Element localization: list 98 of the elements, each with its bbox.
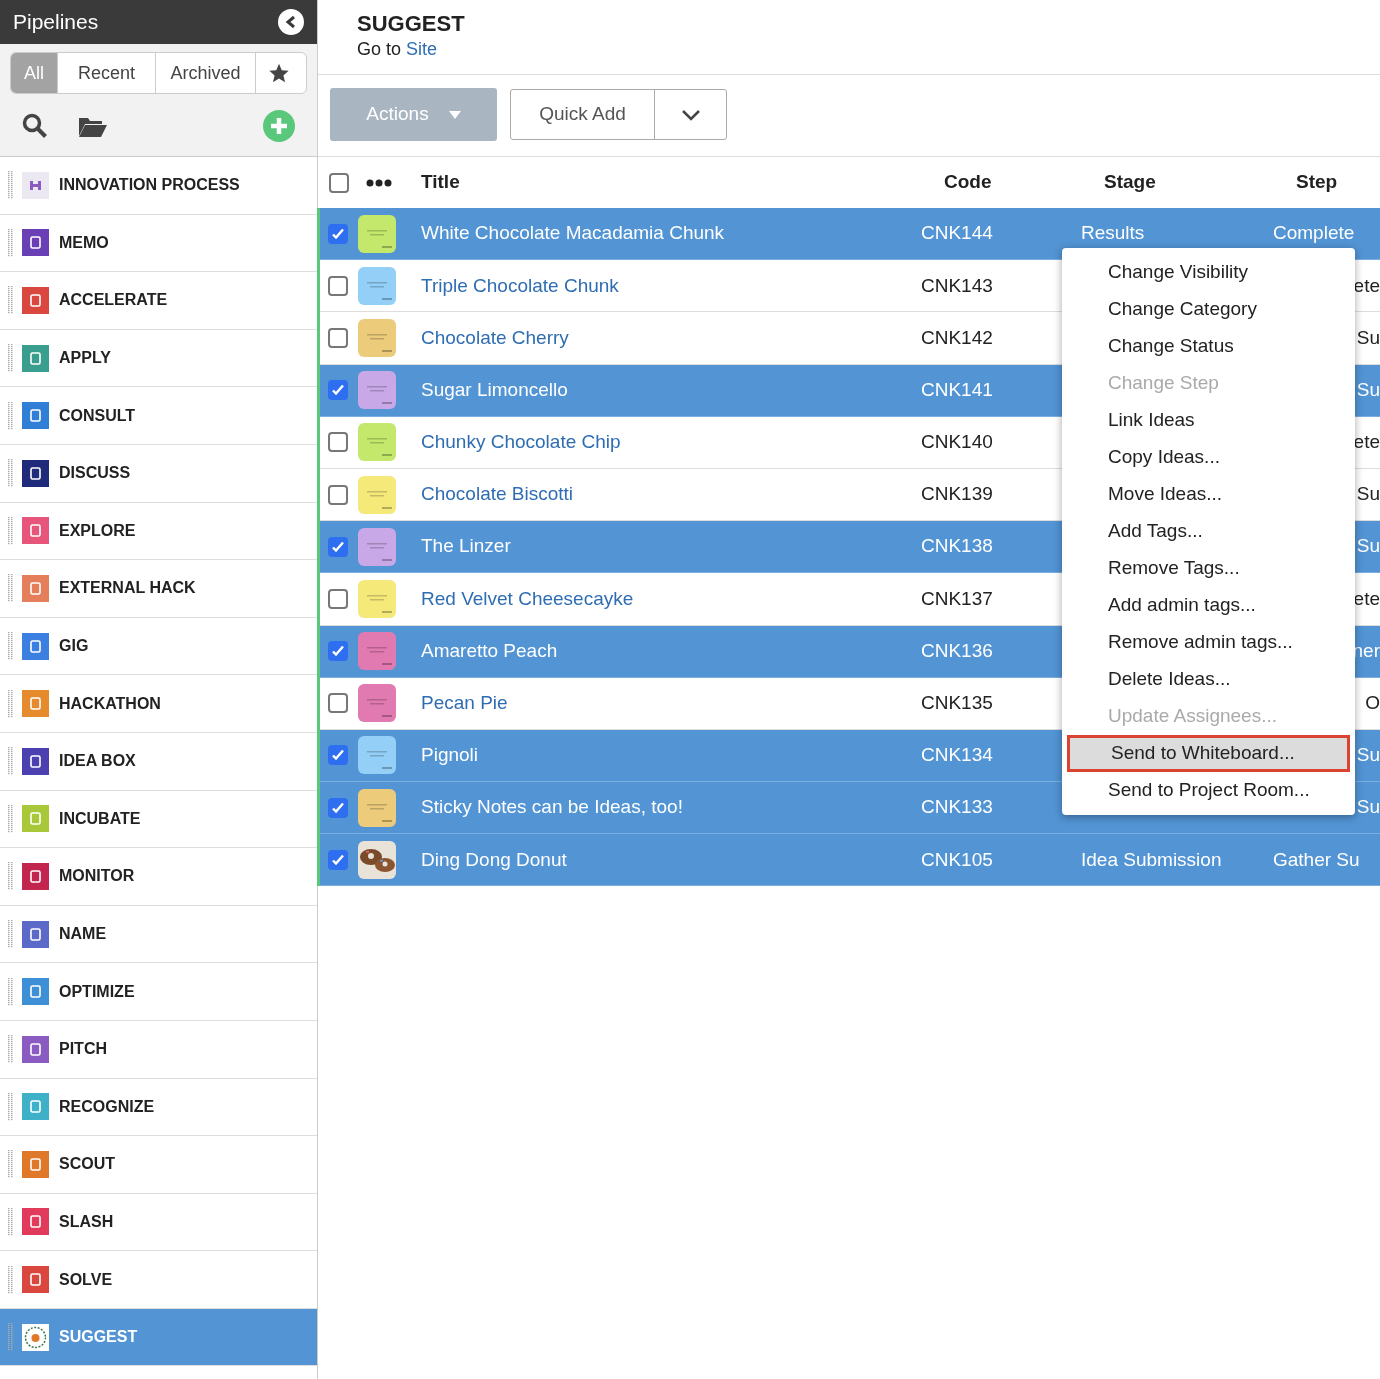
table-cell-text: Su bbox=[1356, 482, 1380, 507]
idea-title-link[interactable]: Red Velvet Cheesecayke bbox=[421, 587, 634, 609]
menu-item[interactable]: Add Tags... bbox=[1067, 513, 1350, 550]
drag-handle-icon[interactable] bbox=[8, 1035, 14, 1064]
table-cell-text: Su bbox=[1356, 743, 1380, 768]
goto-label: Go to bbox=[357, 39, 402, 59]
table-cell: CNK138 bbox=[921, 535, 993, 557]
table-cell: CNK144 bbox=[921, 222, 993, 244]
menu-item[interactable]: Delete Ideas... bbox=[1067, 661, 1350, 698]
table-cell-text: Gather Su bbox=[1273, 847, 1360, 872]
drag-handle-icon[interactable] bbox=[8, 804, 14, 833]
idea-title-link[interactable]: Pecan Pie bbox=[421, 692, 508, 714]
row-checkbox[interactable] bbox=[328, 641, 348, 662]
row-checkbox[interactable] bbox=[328, 432, 348, 453]
table-cell: CNK134 bbox=[921, 744, 993, 766]
table-cell-text: Su bbox=[1356, 377, 1380, 402]
table-cell-text: ete bbox=[1353, 430, 1380, 455]
add-icon[interactable] bbox=[263, 110, 295, 142]
star-icon bbox=[267, 62, 290, 84]
drag-handle-icon[interactable] bbox=[8, 1150, 14, 1179]
idea-title-link[interactable]: Chunky Chocolate Chip bbox=[421, 431, 621, 453]
drag-handle-icon[interactable] bbox=[8, 632, 14, 661]
table-cell: CNK142 bbox=[921, 326, 993, 348]
drag-handle-icon[interactable] bbox=[8, 344, 14, 373]
idea-title-link[interactable]: Chocolate Cherry bbox=[421, 326, 569, 348]
menu-item[interactable]: Move Ideas... bbox=[1067, 476, 1350, 513]
table-cell-text: Su bbox=[1356, 795, 1380, 820]
row-checkbox[interactable] bbox=[329, 172, 349, 193]
drag-handle-icon[interactable] bbox=[8, 228, 14, 257]
row-checkbox[interactable] bbox=[328, 588, 348, 609]
row-checkbox[interactable] bbox=[328, 745, 348, 766]
table-cell: CNK133 bbox=[921, 796, 993, 818]
table-cell: CNK140 bbox=[921, 431, 993, 453]
menu-item[interactable]: Change Status bbox=[1067, 328, 1350, 365]
menu-item[interactable]: Send to Whiteboard... bbox=[1067, 735, 1350, 772]
menu-item[interactable]: Send to Project Room... bbox=[1067, 772, 1350, 809]
drag-handle-icon[interactable] bbox=[8, 1092, 14, 1121]
drag-handle-icon[interactable] bbox=[8, 920, 14, 948]
row-checkbox[interactable] bbox=[328, 693, 348, 714]
row-checkbox[interactable] bbox=[328, 327, 348, 348]
menu-item[interactable]: Add admin tags... bbox=[1067, 587, 1350, 624]
table-cell: CNK137 bbox=[921, 587, 993, 609]
menu-item[interactable]: Link Ideas bbox=[1067, 402, 1350, 439]
drag-handle-icon[interactable] bbox=[8, 574, 14, 603]
drag-handle-icon[interactable] bbox=[8, 977, 14, 1006]
collapse-button[interactable] bbox=[278, 9, 304, 35]
column-header[interactable]: Stage bbox=[1104, 168, 1296, 197]
table-cell: CNK105 bbox=[921, 848, 993, 870]
table-cell: CNK135 bbox=[921, 692, 993, 714]
table-cell: CNK141 bbox=[921, 378, 993, 400]
drag-handle-icon[interactable] bbox=[8, 171, 14, 200]
table-cell-text: ete bbox=[1353, 273, 1380, 298]
row-checkbox[interactable] bbox=[328, 797, 348, 818]
column-header[interactable]: Title bbox=[421, 168, 944, 197]
drag-handle-icon[interactable] bbox=[8, 1265, 14, 1294]
column-header[interactable]: Code bbox=[944, 168, 1104, 197]
row-checkbox[interactable] bbox=[328, 380, 348, 401]
drag-handle-icon[interactable] bbox=[8, 1323, 14, 1352]
drag-handle-icon[interactable] bbox=[8, 516, 14, 545]
drag-handle-icon[interactable] bbox=[8, 401, 14, 430]
row-checkbox[interactable] bbox=[328, 275, 348, 296]
drag-handle-icon[interactable] bbox=[8, 286, 14, 315]
table-cell: CNK139 bbox=[921, 483, 993, 505]
drag-handle-icon[interactable] bbox=[8, 459, 14, 488]
caret-icon bbox=[448, 110, 461, 119]
table-cell: CNK143 bbox=[921, 274, 993, 296]
drag-handle-icon[interactable] bbox=[8, 747, 14, 776]
row-checkbox[interactable] bbox=[328, 484, 348, 505]
site-link[interactable]: Site bbox=[406, 39, 438, 59]
table-cell-text: Su bbox=[1356, 325, 1380, 350]
column-header[interactable]: Step bbox=[1296, 168, 1380, 197]
row-checkbox[interactable] bbox=[328, 849, 348, 870]
menu-item[interactable]: Remove Tags... bbox=[1067, 550, 1350, 587]
row-checkbox[interactable] bbox=[328, 223, 348, 244]
drag-handle-icon[interactable] bbox=[8, 1208, 14, 1236]
search-icon[interactable] bbox=[22, 113, 48, 139]
menu-item[interactable]: Copy Ideas... bbox=[1067, 439, 1350, 476]
menu-item[interactable]: Change Visibility bbox=[1067, 254, 1350, 291]
drag-handle-icon[interactable] bbox=[8, 689, 14, 718]
more-icon[interactable] bbox=[366, 178, 392, 187]
table-cell-text: Su bbox=[1356, 534, 1380, 559]
menu-item[interactable]: Remove admin tags... bbox=[1067, 624, 1350, 661]
table-cell-text: O bbox=[1365, 691, 1380, 716]
sidebar-title: Pipelines bbox=[13, 9, 99, 36]
idea-title-link[interactable]: Triple Chocolate Chunk bbox=[421, 274, 619, 296]
page-title: SUGGEST bbox=[357, 10, 466, 38]
table-cell: CNK136 bbox=[921, 639, 993, 661]
chevron-left-icon bbox=[285, 15, 297, 29]
table-cell: Idea Submission bbox=[1081, 848, 1222, 870]
idea-title-link[interactable]: Chocolate Biscotti bbox=[421, 483, 574, 505]
chevron-icon bbox=[680, 108, 701, 121]
drag-handle-icon[interactable] bbox=[8, 862, 14, 891]
table-cell-text: Complete bbox=[1273, 221, 1355, 246]
menu-item[interactable]: Change Category bbox=[1067, 291, 1350, 328]
table-cell-text: ete bbox=[1353, 586, 1380, 611]
table-cell: Results bbox=[1081, 222, 1145, 244]
folder-icon[interactable] bbox=[78, 115, 108, 137]
row-checkbox[interactable] bbox=[328, 536, 348, 557]
